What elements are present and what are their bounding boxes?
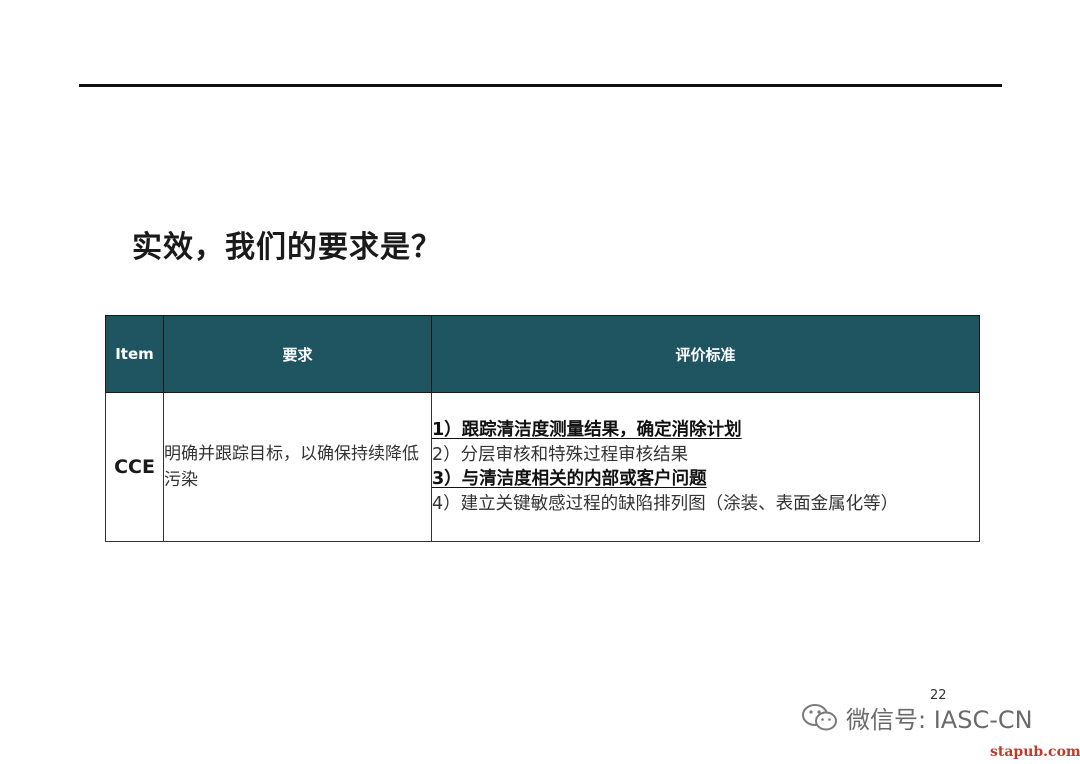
- header-criteria: 评价标准: [431, 315, 980, 393]
- watermark: 微信号: IASC-CN: [800, 700, 1033, 735]
- header-item: Item: [105, 315, 164, 393]
- criteria-item: 1）跟踪清洁度测量结果，确定消除计划: [432, 420, 742, 440]
- requirement-cell: 明确并跟踪目标，以确保持续降低污染: [163, 392, 432, 542]
- criteria-item: 3）与清洁度相关的内部或客户问题: [432, 469, 707, 489]
- requirements-table: Item 要求 评价标准 CCE 明确并跟踪目标，以确保持续降低污染 1）跟踪清…: [105, 315, 980, 542]
- table-header-row: Item 要求 评价标准: [105, 315, 980, 393]
- criteria-item: 2）分层审核和特殊过程审核结果: [432, 444, 689, 465]
- wechat-icon: [802, 703, 837, 730]
- top-rule: [79, 84, 1002, 87]
- slide-title: 实效，我们的要求是？: [132, 230, 442, 265]
- site-mark: stapub.com: [990, 744, 1080, 760]
- item-cell: CCE: [105, 392, 164, 542]
- watermark-text: 微信号: IASC-CN: [846, 706, 1033, 734]
- criteria-item: 4）建立关键敏感过程的缺陷排列图（涂装、表面金属化等）: [432, 493, 899, 514]
- criteria-cell: 1）跟踪清洁度测量结果，确定消除计划 2）分层审核和特殊过程审核结果 3）与清洁…: [431, 392, 980, 542]
- header-requirement: 要求: [163, 315, 432, 393]
- table-row: CCE 明确并跟踪目标，以确保持续降低污染 1）跟踪清洁度测量结果，确定消除计划…: [105, 392, 980, 542]
